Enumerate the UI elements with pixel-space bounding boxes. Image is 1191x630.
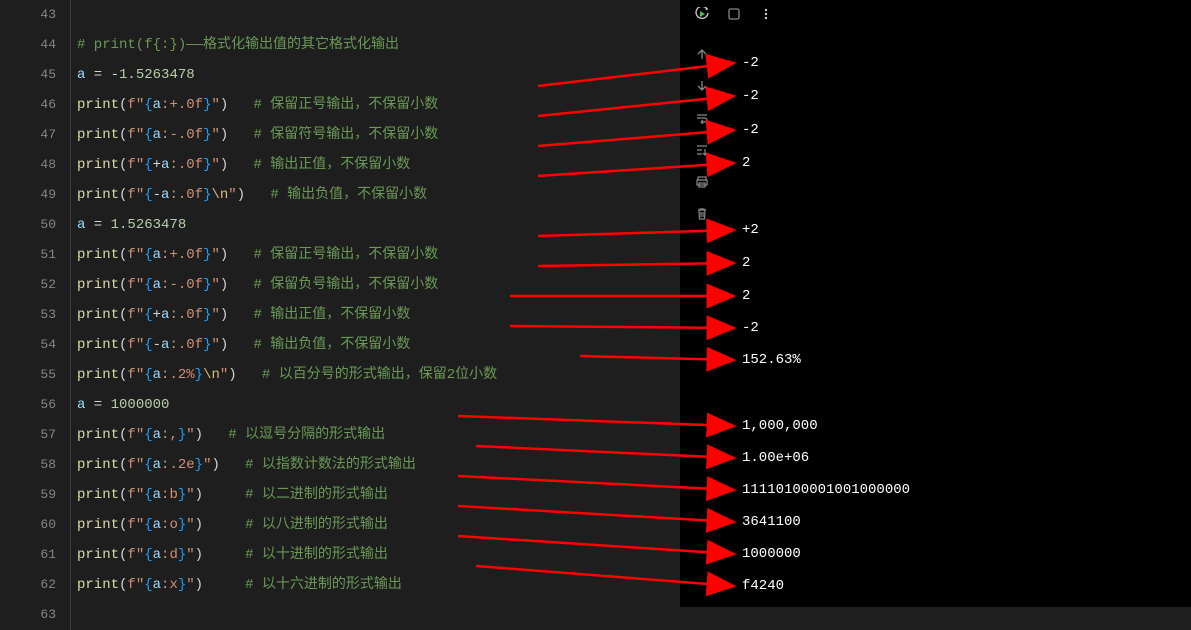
- line-number: 61: [0, 540, 56, 570]
- code-line[interactable]: print(f"{a:x}") # 以十六进制的形式输出: [70, 570, 680, 600]
- code-line[interactable]: print(f"{a:b}") # 以二进制的形式输出: [70, 480, 680, 510]
- line-number: 53: [0, 300, 56, 330]
- code-line[interactable]: print(f"{a:-.0f}") # 保留负号输出，不保留小数: [70, 270, 680, 300]
- line-number: 47: [0, 120, 56, 150]
- code-editor[interactable]: 4344454647484950515253545556575859606162…: [0, 0, 680, 607]
- code-line[interactable]: print(f"{a:.2%}\n") # 以百分号的形式输出，保留2位小数: [70, 360, 680, 390]
- output-sidebar: [694, 46, 710, 222]
- line-number: 58: [0, 450, 56, 480]
- run-icon[interactable]: [694, 6, 710, 22]
- line-number-gutter: 4344454647484950515253545556575859606162…: [0, 0, 70, 607]
- print-icon[interactable]: [694, 174, 710, 190]
- code-line[interactable]: print(f"{-a:.0f}\n") # 输出负值，不保留小数: [70, 180, 680, 210]
- output-line: -2: [742, 320, 759, 336]
- code-line[interactable]: [70, 0, 680, 30]
- line-number: 43: [0, 0, 56, 30]
- line-number: 63: [0, 600, 56, 630]
- line-number: 52: [0, 270, 56, 300]
- code-line[interactable]: print(f"{+a:.0f}") # 输出正值，不保留小数: [70, 300, 680, 330]
- code-line[interactable]: print(f"{-a:.0f}") # 输出负值，不保留小数: [70, 330, 680, 360]
- line-number: 50: [0, 210, 56, 240]
- code-line[interactable]: a = -1.5263478: [70, 60, 680, 90]
- code-line[interactable]: print(f"{a:-.0f}") # 保留符号输出，不保留小数: [70, 120, 680, 150]
- output-line: 2: [742, 288, 750, 304]
- code-line[interactable]: a = 1000000: [70, 390, 680, 420]
- code-line[interactable]: print(f"{a:,}") # 以逗号分隔的形式输出: [70, 420, 680, 450]
- output-line: 1000000: [742, 546, 801, 562]
- line-number: 55: [0, 360, 56, 390]
- more-icon[interactable]: [758, 6, 774, 22]
- line-number: 51: [0, 240, 56, 270]
- output-line: 1.00e+06: [742, 450, 809, 466]
- code-line[interactable]: [70, 600, 680, 630]
- code-line[interactable]: print(f"{a:d}") # 以十进制的形式输出: [70, 540, 680, 570]
- up-arrow-icon[interactable]: [694, 46, 710, 62]
- code-line[interactable]: # print(f{:})——格式化输出值的其它格式化输出: [70, 30, 680, 60]
- stop-icon[interactable]: [726, 6, 742, 22]
- wrap-icon[interactable]: [694, 110, 710, 126]
- output-pane: -2 -2 -2 2 +2 2 2 -2 152.63% 1,000,000 1.00e+06 111…: [680, 0, 1191, 607]
- code-line[interactable]: print(f"{a:o}") # 以八进制的形式输出: [70, 510, 680, 540]
- output-line: 152.63%: [742, 352, 801, 368]
- line-number: 49: [0, 180, 56, 210]
- line-number: 62: [0, 570, 56, 600]
- output-line: 1,000,000: [742, 418, 818, 434]
- code-line[interactable]: a = 1.5263478: [70, 210, 680, 240]
- down-arrow-icon[interactable]: [694, 78, 710, 94]
- output-toolbar: [694, 6, 774, 22]
- line-number: 48: [0, 150, 56, 180]
- trash-icon[interactable]: [694, 206, 710, 222]
- output-line: -2: [742, 88, 759, 104]
- line-number: 54: [0, 330, 56, 360]
- line-number: 57: [0, 420, 56, 450]
- output-line: 3641100: [742, 514, 801, 530]
- line-number: 60: [0, 510, 56, 540]
- line-number: 59: [0, 480, 56, 510]
- output-line: -2: [742, 122, 759, 138]
- code-area[interactable]: # print(f{:})——格式化输出值的其它格式化输出a = -1.5263…: [70, 0, 680, 607]
- line-number: 44: [0, 30, 56, 60]
- output-line: 2: [742, 155, 750, 171]
- line-number: 56: [0, 390, 56, 420]
- code-line[interactable]: print(f"{a:.2e}") # 以指数计数法的形式输出: [70, 450, 680, 480]
- output-line: 11110100001001000000: [742, 482, 910, 498]
- debug-icon[interactable]: [694, 142, 710, 158]
- output-line: +2: [742, 222, 759, 238]
- output-line: f4240: [742, 578, 784, 594]
- code-line[interactable]: print(f"{+a:.0f}") # 输出正值，不保留小数: [70, 150, 680, 180]
- line-number: 45: [0, 60, 56, 90]
- line-number: 46: [0, 90, 56, 120]
- output-line: -2: [742, 55, 759, 71]
- output-line: 2: [742, 255, 750, 271]
- code-line[interactable]: print(f"{a:+.0f}") # 保留正号输出，不保留小数: [70, 90, 680, 120]
- code-line[interactable]: print(f"{a:+.0f}") # 保留正号输出，不保留小数: [70, 240, 680, 270]
